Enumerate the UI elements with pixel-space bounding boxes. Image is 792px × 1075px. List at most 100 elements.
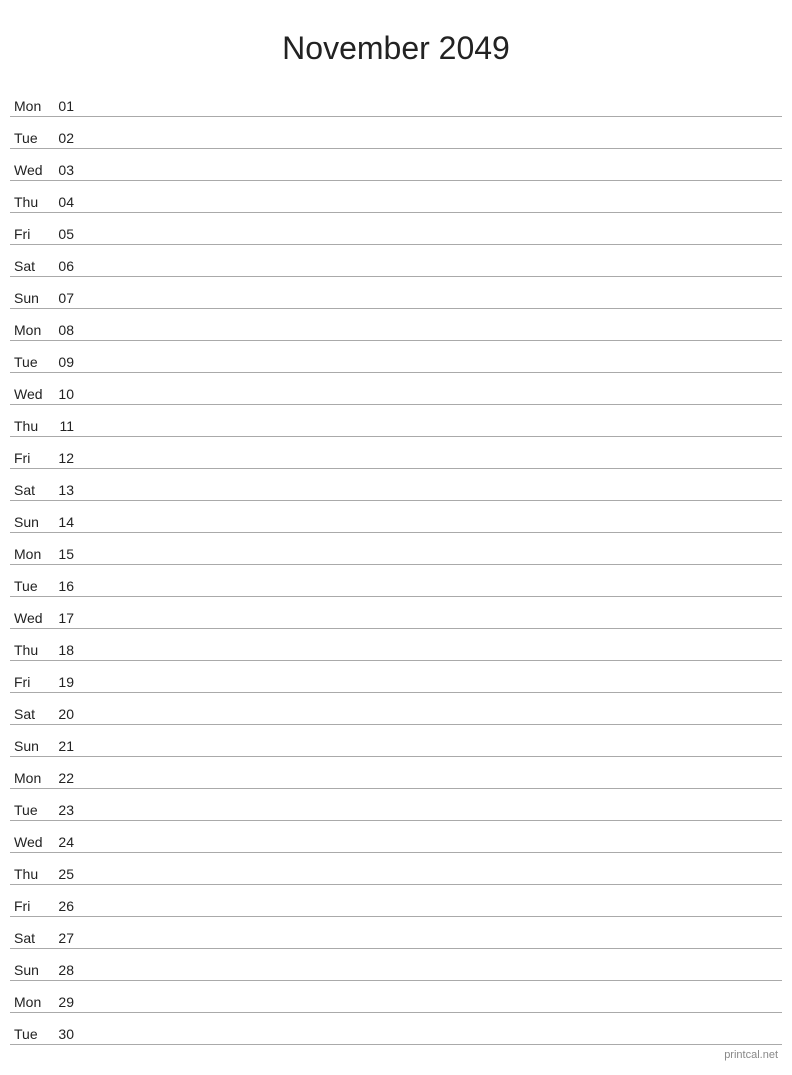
day-number: 13 [52, 482, 82, 498]
day-name: Wed [10, 834, 52, 850]
day-name: Thu [10, 866, 52, 882]
day-name: Tue [10, 1026, 52, 1042]
day-row: Mon01 [10, 85, 782, 117]
day-number: 18 [52, 642, 82, 658]
day-line [82, 177, 782, 178]
day-row: Fri05 [10, 213, 782, 245]
day-line [82, 977, 782, 978]
day-name: Fri [10, 226, 52, 242]
day-row: Sat13 [10, 469, 782, 501]
day-number: 24 [52, 834, 82, 850]
day-number: 20 [52, 706, 82, 722]
day-name: Fri [10, 898, 52, 914]
day-line [82, 305, 782, 306]
day-number: 15 [52, 546, 82, 562]
day-number: 25 [52, 866, 82, 882]
day-line [82, 721, 782, 722]
day-row: Tue16 [10, 565, 782, 597]
day-number: 08 [52, 322, 82, 338]
day-name: Thu [10, 194, 52, 210]
day-row: Tue23 [10, 789, 782, 821]
day-number: 19 [52, 674, 82, 690]
day-row: Thu18 [10, 629, 782, 661]
day-number: 17 [52, 610, 82, 626]
day-number: 29 [52, 994, 82, 1010]
day-line [82, 497, 782, 498]
day-line [82, 241, 782, 242]
day-number: 05 [52, 226, 82, 242]
day-name: Fri [10, 450, 52, 466]
day-row: Wed24 [10, 821, 782, 853]
day-row: Sat06 [10, 245, 782, 277]
day-row: Sun21 [10, 725, 782, 757]
day-line [82, 433, 782, 434]
day-line [82, 465, 782, 466]
day-name: Sun [10, 738, 52, 754]
day-name: Fri [10, 674, 52, 690]
day-number: 27 [52, 930, 82, 946]
day-row: Mon15 [10, 533, 782, 565]
day-line [82, 881, 782, 882]
watermark: printcal.net [724, 1049, 778, 1061]
day-row: Sun07 [10, 277, 782, 309]
day-number: 28 [52, 962, 82, 978]
day-line [82, 625, 782, 626]
day-row: Tue30 [10, 1013, 782, 1045]
day-row: Mon22 [10, 757, 782, 789]
day-name: Sun [10, 962, 52, 978]
day-name: Mon [10, 98, 52, 114]
day-name: Sat [10, 706, 52, 722]
day-line [82, 209, 782, 210]
day-name: Wed [10, 162, 52, 178]
day-line [82, 593, 782, 594]
day-line [82, 657, 782, 658]
day-number: 22 [52, 770, 82, 786]
day-line [82, 1041, 782, 1042]
day-number: 04 [52, 194, 82, 210]
day-line [82, 1009, 782, 1010]
day-number: 01 [52, 98, 82, 114]
day-number: 30 [52, 1026, 82, 1042]
day-number: 11 [52, 418, 82, 434]
day-name: Tue [10, 802, 52, 818]
day-line [82, 369, 782, 370]
calendar-rows: Mon01Tue02Wed03Thu04Fri05Sat06Sun07Mon08… [10, 85, 782, 1045]
day-row: Tue02 [10, 117, 782, 149]
day-number: 06 [52, 258, 82, 274]
day-number: 07 [52, 290, 82, 306]
day-line [82, 913, 782, 914]
day-line [82, 817, 782, 818]
day-line [82, 561, 782, 562]
page: November 2049 Mon01Tue02Wed03Thu04Fri05S… [0, 0, 792, 1075]
day-number: 09 [52, 354, 82, 370]
day-row: Thu11 [10, 405, 782, 437]
day-name: Sat [10, 930, 52, 946]
day-line [82, 849, 782, 850]
day-row: Fri12 [10, 437, 782, 469]
day-number: 21 [52, 738, 82, 754]
day-row: Sat20 [10, 693, 782, 725]
day-number: 16 [52, 578, 82, 594]
day-name: Thu [10, 642, 52, 658]
day-line [82, 337, 782, 338]
day-line [82, 529, 782, 530]
day-row: Thu25 [10, 853, 782, 885]
day-name: Wed [10, 386, 52, 402]
day-row: Tue09 [10, 341, 782, 373]
day-row: Mon29 [10, 981, 782, 1013]
day-name: Mon [10, 546, 52, 562]
day-number: 02 [52, 130, 82, 146]
day-row: Sat27 [10, 917, 782, 949]
day-row: Fri26 [10, 885, 782, 917]
day-line [82, 945, 782, 946]
day-name: Thu [10, 418, 52, 434]
day-name: Tue [10, 354, 52, 370]
day-name: Wed [10, 610, 52, 626]
day-name: Sat [10, 258, 52, 274]
day-number: 12 [52, 450, 82, 466]
day-number: 03 [52, 162, 82, 178]
page-title: November 2049 [10, 20, 782, 67]
day-line [82, 785, 782, 786]
day-line [82, 401, 782, 402]
day-name: Tue [10, 130, 52, 146]
